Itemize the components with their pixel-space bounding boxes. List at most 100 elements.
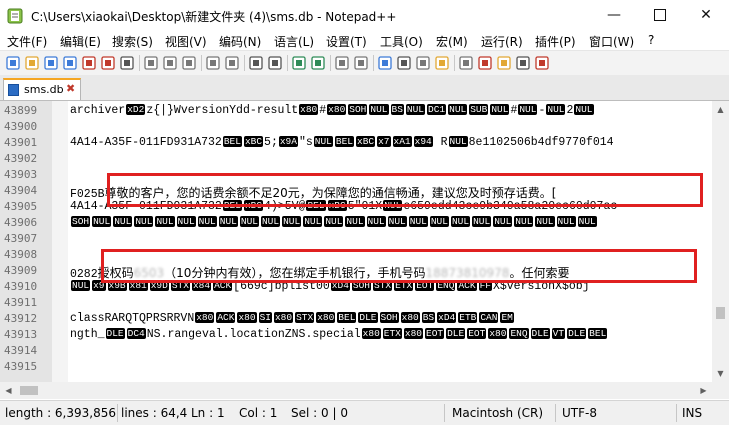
editor-line[interactable]: 43900 xyxy=(0,119,712,135)
control-char-badge: VT xyxy=(551,328,566,339)
editor-line[interactable]: 43901 4A14-A35F-011FD931A732 BEL xBC 5; x9A "s… xyxy=(0,135,712,151)
control-char-badge: NUL xyxy=(134,216,154,227)
editor-line[interactable]: 43904 F025B尊敬的客户，您的话费余额不足20元，为保障您的通信畅通，建议… xyxy=(0,183,712,201)
sync-v-icon[interactable] xyxy=(334,55,350,71)
editor-line[interactable]: 43906 SOH NUL NUL NUL NUL NUL NUL NUL NUL NUL NUL NU… xyxy=(0,215,712,231)
status-mode[interactable]: INS xyxy=(682,406,722,420)
menu-run[interactable]: 运行(R) xyxy=(481,33,523,50)
editor-line[interactable]: 43905 4A14-A35F-011FD931A732 BEL xBC 4)>5V@ B… xyxy=(0,199,712,215)
control-char-badge: DLE xyxy=(446,328,466,339)
control-char-badge: NUL xyxy=(260,216,281,227)
close-window-button[interactable]: ✕ xyxy=(683,0,729,31)
menu-window[interactable]: 窗口(W) xyxy=(589,33,634,50)
scroll-up-arrow-icon[interactable]: ▲ xyxy=(712,101,729,118)
control-char-badge: SOH xyxy=(71,216,91,227)
control-char-badge: SOH xyxy=(379,312,399,323)
minimize-button[interactable]: — xyxy=(591,0,637,31)
control-char-badge: NUL xyxy=(472,216,492,227)
menu-view[interactable]: 视图(V) xyxy=(165,33,207,50)
menu-edit[interactable]: 编辑(E) xyxy=(60,33,101,50)
replace-icon[interactable] xyxy=(267,55,283,71)
function-list-icon[interactable] xyxy=(477,55,493,71)
raw-text: # xyxy=(510,104,518,117)
editor-line[interactable]: 43899 archiver xD2 z{|}WversionYdd-result x8… xyxy=(0,103,712,119)
menu-file[interactable]: 文件(F) xyxy=(7,33,47,50)
sync-h-icon[interactable] xyxy=(353,55,369,71)
print-icon[interactable] xyxy=(119,55,135,71)
open-file-icon[interactable] xyxy=(24,55,40,71)
vertical-scroll-thumb[interactable] xyxy=(716,307,725,319)
indent-guide-icon[interactable] xyxy=(415,55,431,71)
menu-tools[interactable]: 工具(O) xyxy=(380,33,423,50)
redo-icon[interactable] xyxy=(224,55,240,71)
control-char-badge: SUB xyxy=(469,104,489,115)
control-char-badge: ACK xyxy=(457,280,477,291)
horizontal-scrollbar[interactable]: ◀ ▶ xyxy=(0,382,712,399)
zoom-in-icon[interactable] xyxy=(291,55,307,71)
record-macro-icon[interactable] xyxy=(534,55,550,71)
close-icon[interactable] xyxy=(81,55,97,71)
scroll-down-arrow-icon[interactable]: ▼ xyxy=(712,365,729,382)
raw-text: - xyxy=(538,104,546,117)
editor-line[interactable]: 43908 xyxy=(0,247,712,263)
paste-icon[interactable] xyxy=(181,55,197,71)
cut-icon[interactable] xyxy=(143,55,159,71)
control-char-badge: x80 xyxy=(299,104,319,115)
editor-line[interactable]: 43910 NUL x9 x9B x81 x9D STX x84 ACK [669c]bplist… xyxy=(0,279,712,295)
tab-close-icon[interactable]: ✖ xyxy=(66,82,75,95)
doc-map-icon[interactable] xyxy=(458,55,474,71)
menu-search[interactable]: 搜索(S) xyxy=(112,33,153,50)
close-all-icon[interactable] xyxy=(100,55,116,71)
status-sel: Sel : 0 | 0 xyxy=(291,406,348,420)
horizontal-scroll-thumb[interactable] xyxy=(20,386,38,395)
scroll-left-arrow-icon[interactable]: ◀ xyxy=(0,382,17,399)
line-content: archiver xD2 z{|}WversionYdd-result x80 # x80… xyxy=(70,104,595,117)
editor-line[interactable]: 43915 xyxy=(0,359,712,375)
line-content: NUL x9 x9B x81 x9D STX x84 ACK [669c]bplist00 xD4… xyxy=(70,280,590,293)
new-file-icon[interactable] xyxy=(5,55,21,71)
saved-file-icon xyxy=(8,84,19,96)
raw-text: X$versionX$obj xyxy=(492,280,590,293)
editor-line[interactable]: 43914 xyxy=(0,343,712,359)
control-char-badge: SOH xyxy=(348,104,368,115)
editor-line[interactable]: 43903 xyxy=(0,167,712,183)
menu-plugins[interactable]: 插件(P) xyxy=(535,33,576,50)
editor-line[interactable]: 43912 classRARQTQPRSRRVN x80 ACK x80 SI x80 STX… xyxy=(0,311,712,327)
editor-line[interactable]: 43911 xyxy=(0,295,712,311)
maximize-button[interactable] xyxy=(637,0,683,31)
control-char-badge: xD4 xyxy=(330,280,350,291)
status-length: length : 6,393,856 xyxy=(5,406,116,420)
all-chars-icon[interactable] xyxy=(396,55,412,71)
undo-icon[interactable] xyxy=(205,55,221,71)
menu-help[interactable]: ? xyxy=(648,33,654,47)
copy-icon[interactable] xyxy=(162,55,178,71)
editor-area[interactable]: 43899 archiver xD2 z{|}WversionYdd-result x8… xyxy=(0,101,712,382)
word-wrap-icon[interactable] xyxy=(377,55,393,71)
control-char-badge: x7 xyxy=(377,136,391,147)
udl-icon[interactable] xyxy=(434,55,450,71)
editor-line[interactable]: 43909 0282授权码6503（10分钟内有效），您在绑定手机银行，手机号码1… xyxy=(0,263,712,281)
monitor-icon[interactable] xyxy=(515,55,531,71)
find-icon[interactable] xyxy=(248,55,264,71)
editor-line[interactable]: 43907 xyxy=(0,231,712,247)
menu-settings[interactable]: 设置(T) xyxy=(326,33,367,50)
tab-sms-db[interactable]: sms.db ✖ xyxy=(3,78,81,100)
vertical-scrollbar[interactable]: ▲ ▼ xyxy=(712,101,729,382)
menu-encoding[interactable]: 编码(N) xyxy=(219,33,261,50)
save-icon[interactable] xyxy=(43,55,59,71)
control-char-badge: STX xyxy=(170,280,190,291)
sms-text: （10分钟内有效），您在绑定手机银行，手机号码 xyxy=(164,266,426,280)
folder-workspace-icon[interactable] xyxy=(496,55,512,71)
save-all-icon[interactable] xyxy=(62,55,78,71)
status-encoding[interactable]: UTF-8 xyxy=(562,406,622,420)
scroll-right-arrow-icon[interactable]: ▶ xyxy=(695,382,712,399)
status-eol[interactable]: Macintosh (CR) xyxy=(452,406,552,420)
menu-macro[interactable]: 宏(M) xyxy=(436,33,468,50)
control-char-badge: ENQ xyxy=(509,328,529,339)
zoom-out-icon[interactable] xyxy=(310,55,326,71)
control-char-badge: SI xyxy=(258,312,272,323)
menu-language[interactable]: 语言(L) xyxy=(274,33,314,50)
editor-line[interactable]: 43913 ngth_ DLE DC4 NS.rangeval.locationZNS.… xyxy=(0,327,712,343)
editor-line[interactable]: 43902 xyxy=(0,151,712,167)
line-number: 43900 xyxy=(4,120,38,133)
